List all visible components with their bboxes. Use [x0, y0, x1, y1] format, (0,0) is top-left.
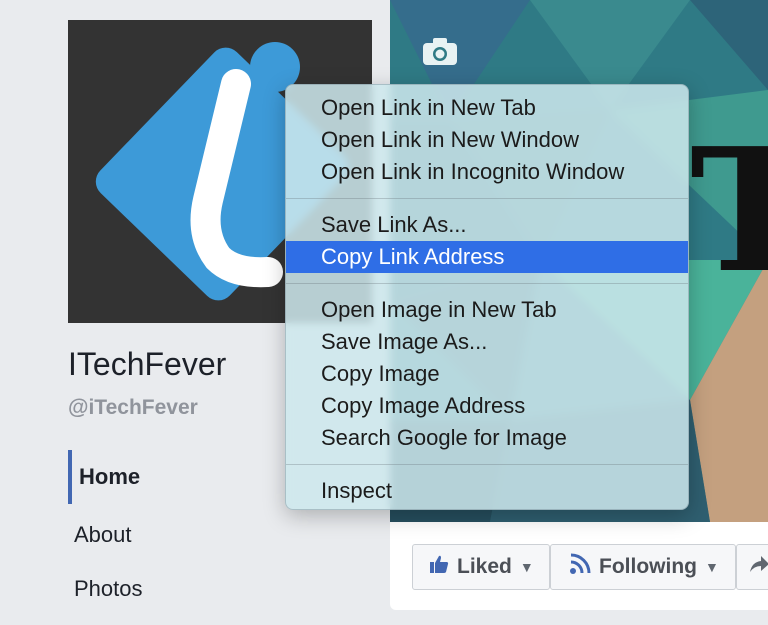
menu-open-image-new-tab[interactable]: Open Image in New Tab	[286, 294, 688, 326]
menu-copy-link-address[interactable]: Copy Link Address	[286, 241, 688, 273]
menu-copy-image-address[interactable]: Copy Image Address	[286, 390, 688, 422]
nav-item-about[interactable]: About	[68, 508, 368, 562]
nav-item-photos[interactable]: Photos	[68, 562, 368, 616]
menu-separator	[286, 283, 688, 284]
liked-label: Liked	[457, 555, 512, 578]
camera-icon[interactable]	[422, 36, 458, 66]
menu-separator	[286, 198, 688, 199]
menu-save-link-as[interactable]: Save Link As...	[286, 209, 688, 241]
page-title: ITechFever	[68, 346, 227, 382]
page-handle[interactable]: @iTechFever	[68, 396, 198, 420]
context-menu: Open Link in New Tab Open Link in New Wi…	[285, 84, 689, 510]
caret-down-icon: ▼	[519, 559, 534, 575]
thumbs-up-icon	[429, 554, 449, 580]
following-label: Following	[599, 555, 697, 578]
menu-open-link-new-window[interactable]: Open Link in New Window	[286, 124, 688, 156]
liked-button[interactable]: Liked ▼	[412, 544, 550, 590]
menu-open-link-incognito[interactable]: Open Link in Incognito Window	[286, 156, 688, 188]
share-button[interactable]	[736, 544, 768, 590]
menu-inspect[interactable]: Inspect	[286, 475, 688, 507]
following-button[interactable]: Following ▼	[550, 544, 736, 590]
menu-copy-image[interactable]: Copy Image	[286, 358, 688, 390]
caret-down-icon: ▼	[704, 559, 719, 575]
rss-icon	[569, 553, 591, 581]
share-icon	[749, 555, 768, 579]
svg-text:Te: Te	[690, 111, 768, 311]
menu-search-google-for-image[interactable]: Search Google for Image	[286, 422, 688, 454]
menu-open-link-new-tab[interactable]: Open Link in New Tab	[286, 92, 688, 124]
page-action-bar: Liked ▼ Following ▼	[390, 522, 768, 610]
menu-separator	[286, 464, 688, 465]
menu-save-image-as[interactable]: Save Image As...	[286, 326, 688, 358]
